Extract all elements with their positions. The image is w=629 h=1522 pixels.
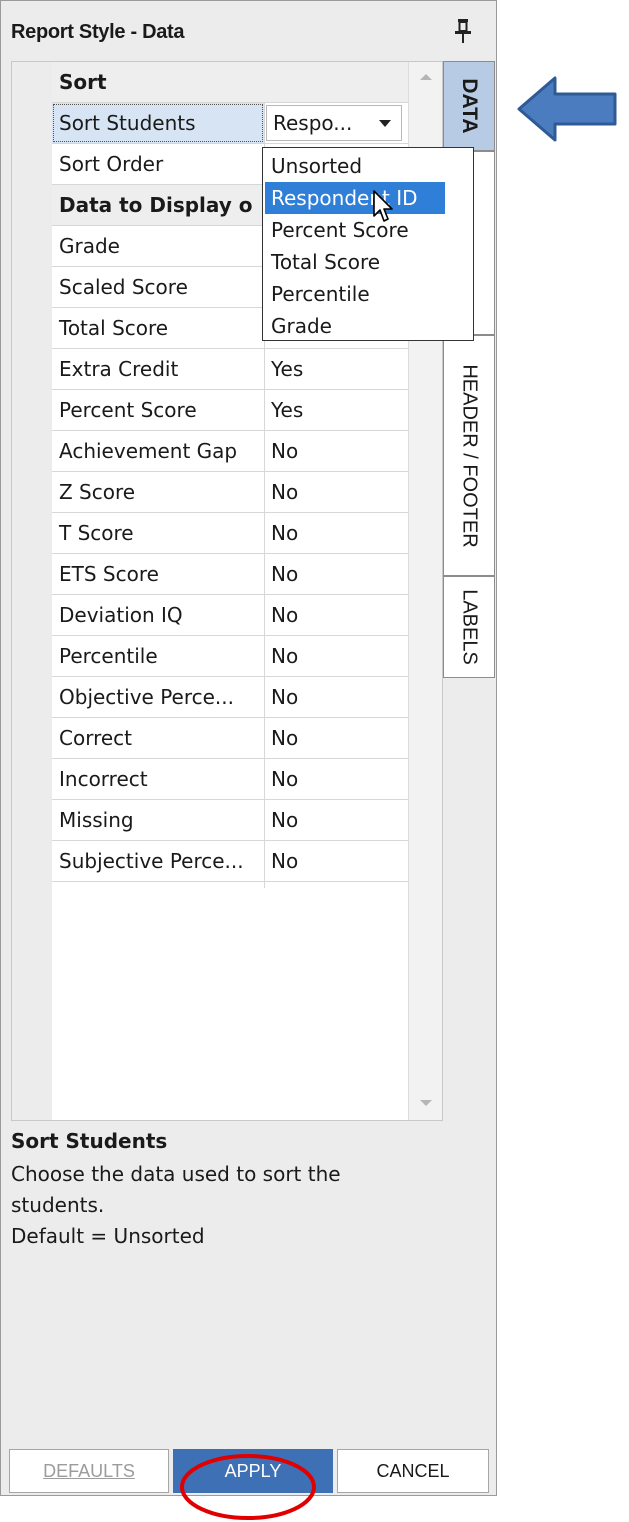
- category-sort[interactable]: Sort: [52, 62, 408, 103]
- tab-data[interactable]: DATA: [443, 61, 495, 151]
- row-label: Sort Students: [59, 111, 196, 135]
- row-subjective-percent[interactable]: Subjective Perce... No: [52, 841, 408, 882]
- tab-label: DATA: [458, 78, 481, 134]
- row-missing[interactable]: Missing No: [52, 800, 408, 841]
- row-label: Total Score: [59, 316, 169, 340]
- sort-students-combo[interactable]: Respo...: [266, 105, 402, 141]
- tab-label: LABELS: [458, 589, 481, 665]
- row-label: Z Score: [59, 480, 136, 504]
- row-value[interactable]: No: [271, 677, 298, 717]
- option-grade[interactable]: Grade: [265, 310, 445, 342]
- row-value[interactable]: No: [271, 554, 298, 594]
- row-label: Subjective Perce...: [59, 849, 244, 873]
- combo-value: Respo...: [273, 111, 353, 135]
- sort-students-dropdown[interactable]: Unsorted Respondent ID Percent Score Tot…: [262, 147, 474, 341]
- defaults-button[interactable]: DEFAULTS: [9, 1449, 169, 1493]
- help-panel: Sort Students Choose the data used to so…: [11, 1121, 487, 1441]
- button-label: DEFAULTS: [43, 1461, 135, 1481]
- option-total-score[interactable]: Total Score: [265, 246, 445, 278]
- annotation-circle-icon: [180, 1454, 316, 1520]
- row-label: Extra Credit: [59, 357, 179, 381]
- row-value[interactable]: No: [271, 595, 298, 635]
- row-value[interactable]: No: [271, 718, 298, 758]
- option-percent-score[interactable]: Percent Score: [265, 214, 445, 246]
- row-value[interactable]: Yes: [271, 349, 303, 389]
- option-respondent-id[interactable]: Respondent ID: [265, 182, 445, 214]
- row-value[interactable]: No: [271, 513, 298, 553]
- row-z-score[interactable]: Z Score No: [52, 472, 408, 513]
- scroll-down-icon[interactable]: [420, 1100, 432, 1106]
- tab-header-footer[interactable]: HEADER / FOOTER: [443, 335, 495, 576]
- scroll-up-icon[interactable]: [420, 74, 432, 80]
- row-label: Incorrect: [59, 767, 148, 791]
- row-value[interactable]: No: [271, 841, 298, 881]
- row-value[interactable]: No: [271, 472, 298, 512]
- row-value[interactable]: No: [271, 636, 298, 676]
- chevron-down-icon[interactable]: [379, 120, 391, 127]
- category-label: Sort: [59, 70, 107, 94]
- button-label: CANCEL: [376, 1461, 450, 1481]
- row-extra-credit[interactable]: Extra Credit Yes: [52, 349, 408, 390]
- row-percent-score[interactable]: Percent Score Yes: [52, 390, 408, 431]
- row-label: Scaled Score: [59, 275, 188, 299]
- row-label: Correct: [59, 726, 132, 750]
- row-value[interactable]: No: [271, 759, 298, 799]
- row-label: Missing: [59, 808, 134, 832]
- row-label: Percent Score: [59, 398, 197, 422]
- cancel-button[interactable]: CANCEL: [337, 1449, 489, 1493]
- row-deviation-iq[interactable]: Deviation IQ No: [52, 595, 408, 636]
- row-label: Deviation IQ: [59, 603, 183, 627]
- row-sort-students[interactable]: Sort Students Respo...: [52, 103, 408, 144]
- row-value[interactable]: No: [271, 800, 298, 840]
- row-label: ETS Score: [59, 562, 159, 586]
- row-label: Percentile: [59, 644, 158, 668]
- row-label: T Score: [59, 521, 134, 545]
- row-percentile[interactable]: Percentile No: [52, 636, 408, 677]
- row-ets-score[interactable]: ETS Score No: [52, 554, 408, 595]
- grid-gutter: [12, 62, 52, 1120]
- row-achievement-gap[interactable]: Achievement Gap No: [52, 431, 408, 472]
- row-label: Sort Order: [59, 152, 164, 176]
- row-label: Objective Perce...: [59, 685, 234, 709]
- row-t-score[interactable]: T Score No: [52, 513, 408, 554]
- row-value[interactable]: Yes: [271, 390, 303, 430]
- help-title: Sort Students: [11, 1129, 168, 1153]
- row-label: Achievement Gap: [59, 439, 238, 463]
- help-line: Choose the data used to sort the: [11, 1162, 341, 1186]
- category-label: Data to Display o: [59, 193, 253, 217]
- row-label: Grade: [59, 234, 120, 258]
- row-objective-percent[interactable]: Objective Perce... No: [52, 677, 408, 718]
- panel-titlebar: Report Style - Data: [1, 1, 496, 59]
- option-percentile[interactable]: Percentile: [265, 278, 445, 310]
- panel-title: Report Style - Data: [11, 21, 185, 43]
- row-incorrect[interactable]: Incorrect No: [52, 759, 408, 800]
- help-line: Default = Unsorted: [11, 1224, 205, 1248]
- annotation-arrow-icon: [517, 76, 617, 142]
- tab-labels[interactable]: LABELS: [443, 576, 495, 678]
- help-description: Choose the data used to sort the student…: [11, 1159, 431, 1252]
- row-value[interactable]: No: [271, 431, 298, 471]
- pin-icon[interactable]: [451, 17, 475, 45]
- tab-label: HEADER / FOOTER: [458, 363, 481, 548]
- option-unsorted[interactable]: Unsorted: [265, 150, 445, 182]
- mouse-cursor-icon: [373, 190, 397, 228]
- row-correct[interactable]: Correct No: [52, 718, 408, 759]
- help-line: students.: [11, 1193, 105, 1217]
